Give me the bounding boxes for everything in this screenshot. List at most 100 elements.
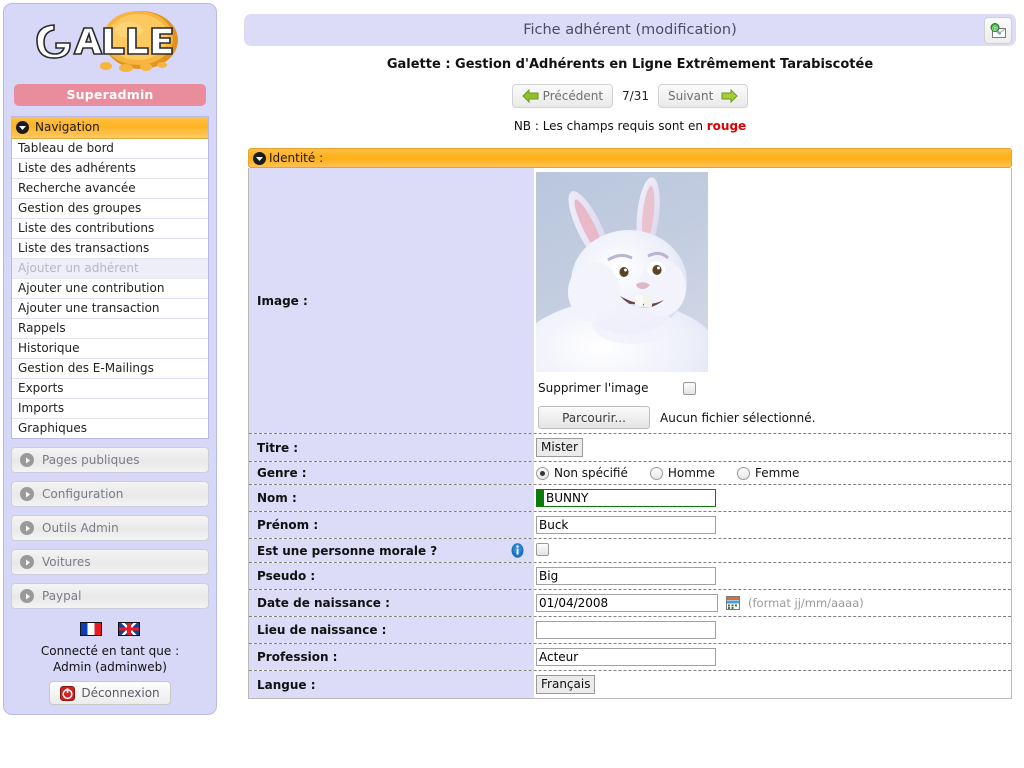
arrow-right-icon <box>721 89 739 103</box>
logout-button[interactable]: Déconnexion <box>49 681 171 705</box>
sidebar-section[interactable]: Paypal <box>11 583 209 609</box>
gender-label-unspecified: Non spécifié <box>554 466 628 480</box>
sidebar-item[interactable]: Tableau de bord <box>12 139 208 159</box>
english-flag-icon[interactable] <box>117 621 140 636</box>
record-navigation: Précédent 7/31 Suivant <box>236 84 1024 108</box>
sidebar-item[interactable]: Ajouter une transaction <box>12 299 208 319</box>
required-note-highlight: rouge <box>706 119 747 133</box>
connected-user: Admin (adminweb) <box>53 660 167 674</box>
delete-image-label: Supprimer l'image <box>538 381 649 395</box>
form-row-language: Langue : Français <box>249 671 1011 698</box>
info-icon[interactable] <box>511 543 524 558</box>
sidebar-section-label: Outils Admin <box>42 521 119 535</box>
form-row-gender: Genre : Non spécifié Homme Femme <box>249 462 1011 485</box>
sidebar: Superadmin Navigation Tableau de bord Lis… <box>3 3 217 715</box>
form-row-profession: Profession : <box>249 644 1011 671</box>
selected-file-label: Aucun fichier sélectionné. <box>660 410 816 425</box>
navigation-header[interactable]: Navigation <box>12 117 208 139</box>
sidebar-section[interactable]: Configuration <box>11 481 209 507</box>
language-label: Langue : <box>249 671 534 698</box>
main-content: Fiche adhérent (modification) @ Galette … <box>236 0 1024 768</box>
gender-radio-group: Non spécifié Homme Femme <box>536 466 821 480</box>
sidebar-section[interactable]: Voitures <box>11 549 209 575</box>
navigation-box: Navigation Tableau de bord Liste des adhé… <box>11 116 209 439</box>
chevron-down-icon <box>16 121 29 134</box>
french-flag-icon[interactable] <box>80 621 103 636</box>
chevron-down-icon <box>253 151 266 165</box>
sidebar-item[interactable]: Gestion des groupes <box>12 199 208 219</box>
nickname-label: Pseudo : <box>249 563 534 589</box>
lastname-input[interactable] <box>536 489 716 507</box>
firstname-input[interactable] <box>536 516 716 534</box>
svg-text:@: @ <box>992 25 998 32</box>
sidebar-item[interactable]: Imports <box>12 399 208 419</box>
gender-radio-female[interactable] <box>737 466 751 480</box>
gender-label: Genre : <box>249 462 534 484</box>
page-title-bar: Fiche adhérent (modification) @ <box>244 14 1016 46</box>
chevron-right-icon <box>20 453 34 467</box>
profession-label: Profession : <box>249 644 534 670</box>
sidebar-item[interactable]: Ajouter une contribution <box>12 279 208 299</box>
lastname-label: Nom : <box>249 485 534 511</box>
birthdate-input[interactable] <box>536 594 718 612</box>
form-row-firstname: Prénom : <box>249 512 1011 539</box>
birthplace-input[interactable] <box>536 621 716 639</box>
gender-label-female: Femme <box>755 466 800 480</box>
required-note-text: NB : Les champs requis sont en <box>513 119 707 133</box>
calendar-icon[interactable] <box>726 596 740 610</box>
required-fields-note: NB : Les champs requis sont en rouge <box>236 119 1024 133</box>
gender-radio-unspecified[interactable] <box>536 466 549 480</box>
legal-entity-checkbox[interactable] <box>536 543 549 556</box>
sidebar-item[interactable]: Historique <box>12 339 208 359</box>
next-label: Suivant <box>668 89 714 103</box>
sidebar-section[interactable]: Pages publiques <box>11 447 209 473</box>
logout-label: Déconnexion <box>81 686 160 700</box>
sidebar-item[interactable]: Recherche avancée <box>12 179 208 199</box>
sidebar-section-label: Voitures <box>42 555 91 569</box>
page-title: Fiche adhérent (modification) <box>523 22 737 38</box>
previous-button[interactable]: Précédent <box>511 84 614 108</box>
sidebar-section-label: Pages publiques <box>42 453 140 467</box>
title-value: Mister <box>534 434 1011 461</box>
identity-section-header[interactable]: Identité : <box>248 148 1012 168</box>
role-badge: Superadmin <box>14 84 206 106</box>
previous-label: Précédent <box>542 89 604 103</box>
sidebar-item[interactable]: Liste des adhérents <box>12 159 208 179</box>
language-select[interactable]: Français <box>536 675 596 694</box>
chevron-right-icon <box>20 521 34 535</box>
gender-radio-male[interactable] <box>649 466 663 480</box>
firstname-label: Prénom : <box>249 512 534 538</box>
nickname-value <box>534 563 1011 589</box>
form-row-title: Titre : Mister <box>249 434 1011 462</box>
nickname-input[interactable] <box>536 567 716 585</box>
birthdate-format-hint: (format jj/mm/aaaa) <box>748 596 864 610</box>
sidebar-item[interactable]: Exports <box>12 379 208 399</box>
delete-image-checkbox[interactable] <box>682 381 696 395</box>
birthplace-value <box>534 617 1011 643</box>
next-button[interactable]: Suivant <box>658 84 749 108</box>
sidebar-item[interactable]: Gestion des E-Mailings <box>12 359 208 379</box>
profession-input[interactable] <box>536 648 716 666</box>
browse-button[interactable]: Parcourir... <box>538 406 650 429</box>
title-select[interactable]: Mister <box>536 438 583 457</box>
identity-section-title: Identité : <box>269 151 324 165</box>
sidebar-section[interactable]: Outils Admin <box>11 515 209 541</box>
image-value: Supprimer l'image Parcourir... Aucun fic… <box>534 168 1011 433</box>
sidebar-item[interactable]: Rappels <box>12 319 208 339</box>
sidebar-item[interactable]: Graphiques <box>12 419 208 438</box>
navigation-list: Tableau de bord Liste des adhérents Recher… <box>12 139 208 438</box>
birthdate-label: Date de naissance : <box>249 590 534 616</box>
form-row-birthplace: Lieu de naissance : <box>249 617 1011 644</box>
gender-label-male: Homme <box>667 466 716 480</box>
legal-entity-label-wrap: Est une personne morale ? <box>249 539 534 562</box>
navigation-header-label: Navigation <box>35 120 100 134</box>
language-flags <box>4 621 216 637</box>
galette-logo-icon <box>36 11 178 72</box>
form-row-lastname: Nom : <box>249 485 1011 512</box>
file-upload-row: Parcourir... Aucun fichier sélectionné. <box>536 406 815 429</box>
sidebar-item[interactable]: Liste des transactions <box>12 239 208 259</box>
mail-search-icon[interactable]: @ <box>984 17 1012 44</box>
sidebar-item[interactable]: Liste des contributions <box>12 219 208 239</box>
app-logo[interactable] <box>4 8 216 80</box>
gender-value: Non spécifié Homme Femme <box>534 462 1011 484</box>
